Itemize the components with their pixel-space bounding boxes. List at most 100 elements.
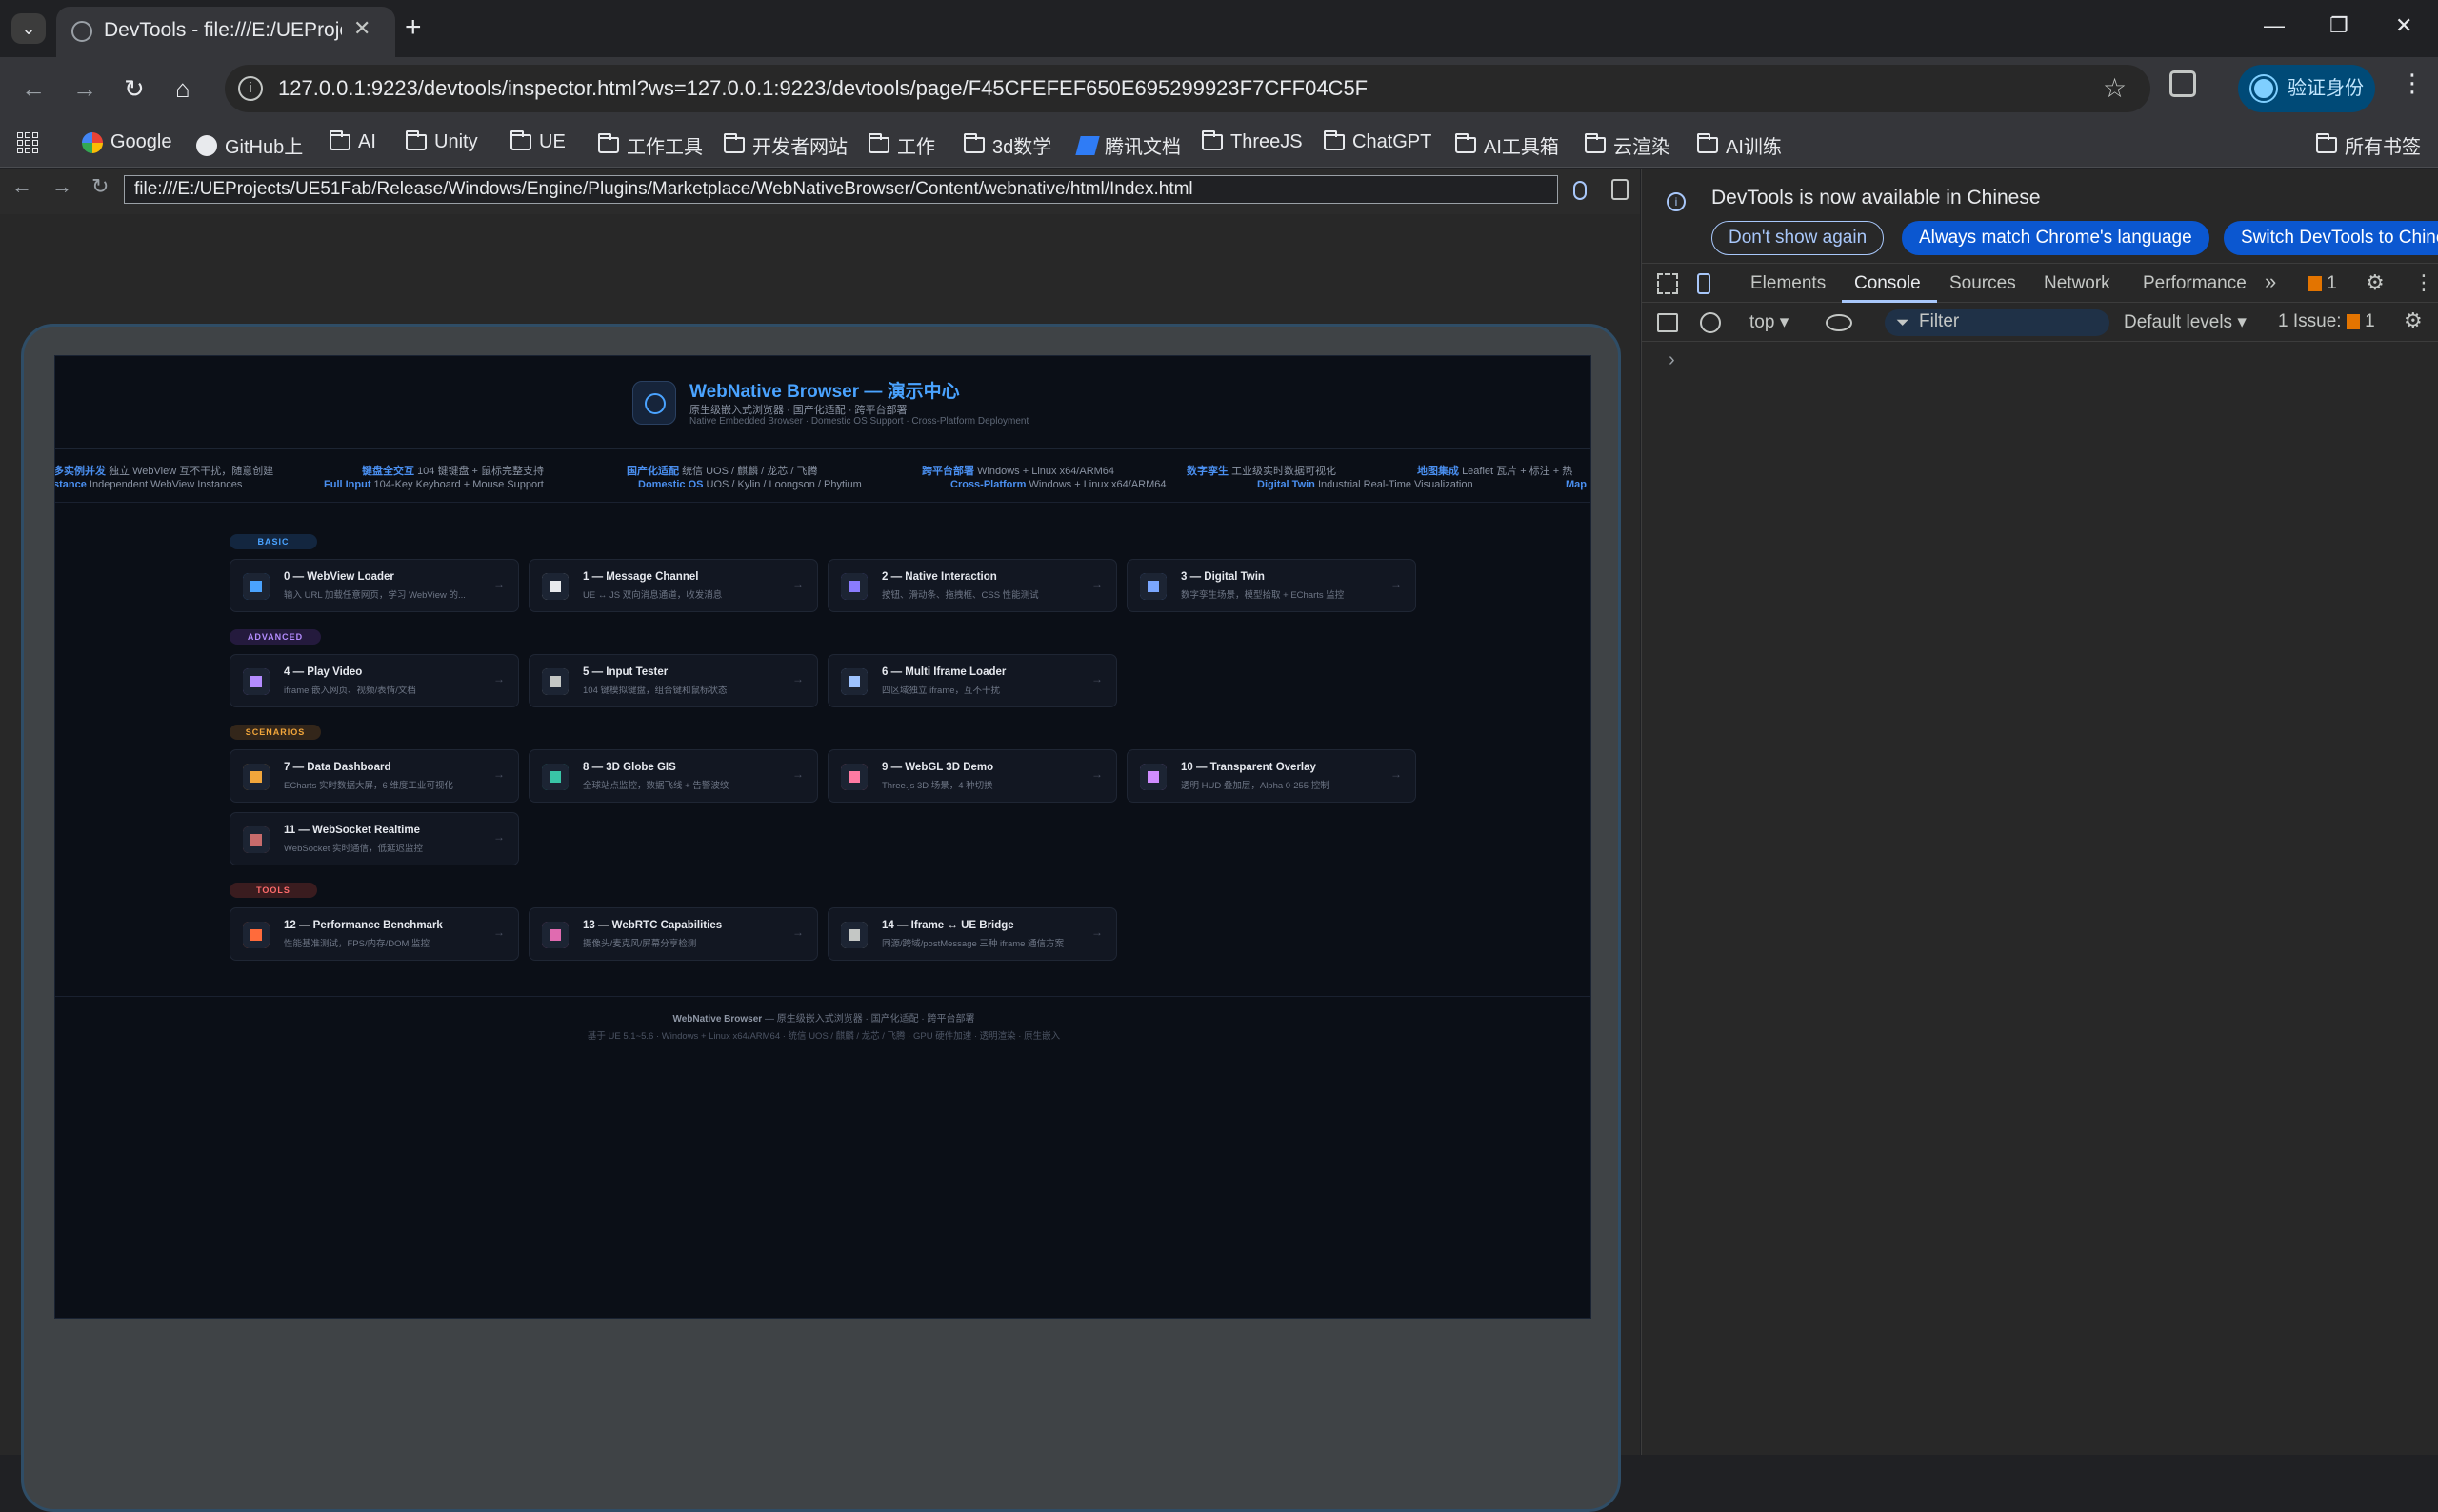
demo-card-play-video[interactable]: 4 — Play Video iframe 嵌入网页、视频/表情/文档 →	[230, 654, 519, 707]
bookmark-folder-dev[interactable]: 开发者网站	[724, 131, 848, 159]
window-grid-icon	[841, 668, 868, 695]
bookmark-folder-ai-train[interactable]: AI训练	[1697, 131, 1782, 159]
ticker-item: 地图集成 Leaflet 瓦片 + 标注 + 热	[1417, 466, 1573, 477]
close-tab-icon[interactable]: ✕	[353, 16, 370, 41]
inspected-page-pane: ← → ↻ file:///E:/UEProjects/UE51Fab/Rele…	[0, 169, 1640, 1512]
demo-card-iframe-bridge[interactable]: 14 — Iframe ↔ UE Bridge 同源/跨域/postMessage…	[828, 907, 1117, 961]
console-prompt-chevron[interactable]: ›	[1669, 349, 1675, 371]
minimize-button[interactable]: —	[2264, 13, 2285, 38]
demo-card-transparent-overlay[interactable]: 10 — Transparent Overlay 透明 HUD 叠加层，Alpha…	[1127, 749, 1416, 803]
address-bar[interactable]: i 127.0.0.1:9223/devtools/inspector.html…	[225, 65, 2150, 112]
tab-elements[interactable]: Elements	[1750, 273, 1826, 294]
demo-card-webview-loader[interactable]: 0 — WebView Loader 输入 URL 加载任意网页，学习 WebVi…	[230, 559, 519, 612]
app-footer: WebNative Browser — 原生级嵌入式浏览器 · 国产化适配 · …	[55, 996, 1590, 1044]
github-icon	[196, 134, 217, 156]
demo-card-data-dashboard[interactable]: 7 — Data Dashboard ECharts 实时数据大屏，6 维度工业可…	[230, 749, 519, 803]
active-tab[interactable]: DevTools - file:///E:/UEProjects ✕	[56, 7, 395, 57]
bookmark-folder-threejs[interactable]: ThreeJS	[1202, 130, 1303, 153]
arrow-right-icon: →	[792, 767, 804, 781]
clear-console-icon[interactable]	[1700, 312, 1721, 333]
arrow-right-icon: →	[493, 767, 505, 781]
tab-console[interactable]: Console	[1854, 273, 1921, 294]
bookmark-folder-tools[interactable]: 工作工具	[598, 131, 703, 159]
bookmark-folder-cloud-render[interactable]: 云渲染	[1585, 131, 1670, 159]
match-language-button[interactable]: Always match Chrome's language	[1902, 221, 2209, 255]
eye-icon[interactable]	[1826, 314, 1852, 331]
app-header: WebNative Browser — 演示中心 原生级嵌入式浏览器 · 国产化…	[55, 356, 1590, 449]
demo-card-digital-twin[interactable]: 3 — Digital Twin 数字孪生场景，模型拾取 + ECharts 监控…	[1127, 559, 1416, 612]
forward-button[interactable]: →	[72, 74, 97, 104]
arrow-right-icon: →	[493, 577, 505, 590]
back-button[interactable]: ←	[21, 74, 46, 104]
tab-network[interactable]: Network	[2044, 273, 2110, 294]
bookmark-folder-unity[interactable]: Unity	[406, 130, 478, 153]
demo-card-3d-globe[interactable]: 8 — 3D Globe GIS 全球站点监控，数据飞线 + 告警波纹 →	[529, 749, 818, 803]
arrow-right-icon: →	[792, 672, 804, 686]
demo-card-webgl[interactable]: 9 — WebGL 3D Demo Three.js 3D 场景，4 种切换 →	[828, 749, 1117, 803]
bookmark-folder-ue[interactable]: UE	[510, 130, 566, 153]
bookmark-folder-3dmath[interactable]: 3d数学	[964, 131, 1051, 159]
demo-card-multi-iframe[interactable]: 6 — Multi Iframe Loader 四区域独立 iframe，互不干扰…	[828, 654, 1117, 707]
bookmark-folder-work[interactable]: 工作	[869, 131, 935, 159]
screencast-url-input[interactable]: file:///E:/UEProjects/UE51Fab/Release/Wi…	[124, 175, 1558, 204]
bookmark-tencent-docs[interactable]: 腾讯文档	[1075, 131, 1181, 159]
site-info-icon[interactable]: i	[238, 76, 263, 101]
switch-language-button[interactable]: Switch DevTools to Chinese	[2224, 221, 2438, 255]
demo-card-input-tester[interactable]: 5 — Input Tester 104 键模拟键盘，组合键和鼠标状态 →	[529, 654, 818, 707]
log-levels-dropdown[interactable]: Default levels ▾	[2124, 311, 2247, 333]
bookmark-folder-ai[interactable]: AI	[330, 130, 376, 153]
demo-card-webrtc[interactable]: 13 — WebRTC Capabilities 摄像头/麦克风/屏幕分享检测 →	[529, 907, 818, 961]
folder-icon	[510, 130, 531, 150]
chrome-menu-button[interactable]: ⋮	[2400, 69, 2425, 98]
devtools-menu-icon[interactable]: ⋮	[2413, 270, 2434, 295]
inspect-element-icon[interactable]	[1657, 273, 1678, 294]
demo-card-performance[interactable]: 12 — Performance Benchmark 性能基准测试，FPS/内存/…	[230, 907, 519, 961]
sidebar-toggle-icon[interactable]	[1657, 313, 1678, 332]
reload-button[interactable]: ↻	[124, 74, 145, 104]
address-url[interactable]: 127.0.0.1:9223/devtools/inspector.html?w…	[278, 76, 1368, 101]
extensions-icon[interactable]	[2169, 70, 2196, 97]
bookmark-google[interactable]: Google	[82, 131, 172, 153]
palette-icon	[841, 764, 868, 790]
footer-tagline: — 原生级嵌入式浏览器 · 国产化适配 · 跨平台部署	[762, 1014, 975, 1025]
app-subtitle-cn: 原生级嵌入式浏览器 · 国产化适配 · 跨平台部署	[689, 405, 908, 416]
screencast-reload-button[interactable]: ↻	[91, 174, 109, 199]
demo-card-native-interaction[interactable]: 2 — Native Interaction 按钮、滑动条、拖拽框、CSS 性能测…	[828, 559, 1117, 612]
ticker-item: 国产化适配 统信 UOS / 麒麟 / 龙芯 / 飞腾	[627, 466, 818, 477]
all-bookmarks[interactable]: 所有书签	[2316, 131, 2421, 159]
profile-button[interactable]: 验证身份	[2238, 65, 2375, 112]
bookmark-folder-chatgpt[interactable]: ChatGPT	[1324, 130, 1431, 153]
new-tab-button[interactable]: +	[405, 11, 422, 44]
ticker-item-en: stance Independent WebView Instances	[54, 479, 243, 490]
tab-performance[interactable]: Performance	[2143, 273, 2247, 294]
demo-card-message-channel[interactable]: 1 — Message Channel UE ↔ JS 双向消息通道，收发消息 →	[529, 559, 818, 612]
devtools-tabbar: Elements Console Sources Network Perform…	[1642, 265, 2438, 303]
touch-icon[interactable]	[1611, 179, 1629, 200]
context-selector[interactable]: top ▾	[1749, 311, 1789, 333]
mouse-icon[interactable]	[1573, 181, 1587, 200]
close-window-button[interactable]: ✕	[2395, 13, 2412, 38]
home-button[interactable]: ⌂	[175, 74, 190, 104]
console-filter-input[interactable]: ⏷ Filter	[1885, 309, 2109, 336]
tab-search-button[interactable]: ⌄	[11, 13, 46, 44]
bookmark-folder-ai-tools[interactable]: AI工具箱	[1455, 131, 1559, 159]
demo-card-websocket[interactable]: 11 — WebSocket Realtime WebSocket 实时通信，低延…	[230, 812, 519, 865]
restore-button[interactable]: ❐	[2329, 13, 2348, 38]
folder-icon	[1585, 133, 1606, 153]
section-label-advanced: ADVANCED	[230, 629, 321, 645]
bookmark-star-icon[interactable]: ☆	[2103, 72, 2127, 104]
screencast-back-button[interactable]: ←	[11, 174, 32, 199]
settings-gear-icon[interactable]: ⚙	[2366, 270, 2385, 295]
issues-counter[interactable]: 1 Issue: 1	[2278, 311, 2375, 332]
screencast-forward-button[interactable]: →	[51, 174, 72, 199]
folder-icon	[598, 133, 619, 153]
issues-badge[interactable]: 1	[2308, 273, 2337, 294]
more-tabs-icon[interactable]: »	[2265, 269, 2276, 294]
tab-sources[interactable]: Sources	[1949, 273, 2016, 294]
device-toolbar-icon[interactable]	[1697, 273, 1710, 294]
bookmark-github[interactable]: GitHub上	[196, 131, 303, 159]
apps-grid-icon[interactable]	[17, 132, 38, 153]
tencent-docs-icon	[1075, 135, 1100, 155]
dont-show-again-button[interactable]: Don't show again	[1711, 221, 1885, 255]
console-settings-icon[interactable]: ⚙	[2404, 308, 2423, 333]
